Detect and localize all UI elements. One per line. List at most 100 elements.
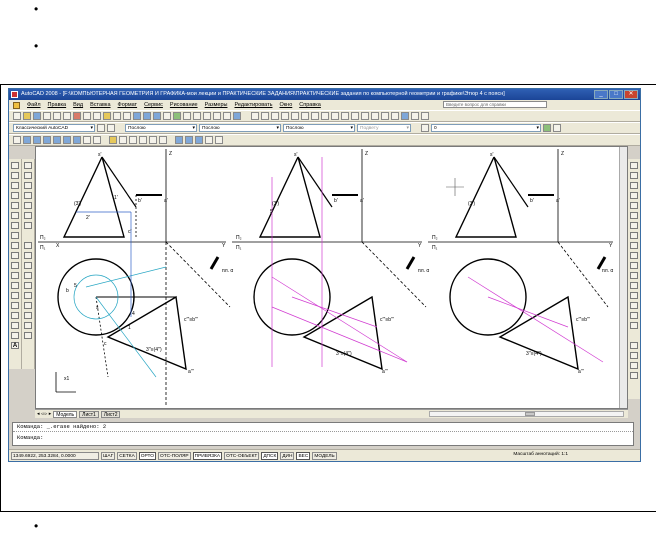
menu-modify[interactable]: Редактировать: [234, 102, 272, 108]
snap-insert-icon[interactable]: [24, 292, 32, 299]
preview-icon[interactable]: [53, 112, 61, 120]
walk-icon[interactable]: [421, 112, 429, 120]
menu-window[interactable]: Окно: [279, 102, 292, 108]
bring-front-icon[interactable]: [630, 352, 638, 359]
jogged-icon[interactable]: [301, 112, 309, 120]
ucs-icon[interactable]: [109, 136, 117, 144]
tolerance-icon[interactable]: [361, 112, 369, 120]
annotation-scale[interactable]: Масштаб аннотаций: 1:1: [513, 452, 568, 457]
tool-palettes-icon[interactable]: [193, 112, 201, 120]
move-icon[interactable]: [630, 212, 638, 219]
zoom-realtime-icon[interactable]: [143, 112, 151, 120]
arc-icon[interactable]: [11, 212, 19, 219]
zoom-previous-icon[interactable]: [163, 112, 171, 120]
polygon-icon[interactable]: [11, 192, 19, 199]
snap-quadrant-icon[interactable]: [24, 252, 32, 259]
extend-icon[interactable]: [630, 262, 638, 269]
linetype-select[interactable]: Послою: [199, 124, 281, 132]
line-icon[interactable]: [11, 162, 19, 169]
baseline-icon[interactable]: [341, 112, 349, 120]
point-icon[interactable]: [11, 292, 19, 299]
fillet-icon[interactable]: [630, 312, 638, 319]
draw-order-icon[interactable]: [630, 342, 638, 349]
array-icon[interactable]: [630, 202, 638, 209]
right-view-icon[interactable]: [53, 136, 61, 144]
circle-icon[interactable]: [11, 222, 19, 229]
calculator-icon[interactable]: [223, 112, 231, 120]
arc-length-icon[interactable]: [271, 112, 279, 120]
hidden-icon[interactable]: [185, 136, 193, 144]
help-search-input[interactable]: Введите вопрос для справки: [443, 101, 547, 108]
cut-icon[interactable]: [73, 112, 81, 120]
paste-icon[interactable]: [93, 112, 101, 120]
snap-from-icon[interactable]: [24, 172, 32, 179]
rectangle-icon[interactable]: [11, 202, 19, 209]
multiline-text-icon[interactable]: A: [11, 342, 19, 349]
make-current-icon[interactable]: [543, 124, 551, 132]
erase-icon[interactable]: [630, 162, 638, 169]
markup-icon[interactable]: [213, 112, 221, 120]
dimension-edit-icon[interactable]: [381, 112, 389, 120]
pan-icon[interactable]: [133, 112, 141, 120]
snap-settings-icon[interactable]: [205, 136, 213, 144]
plotstyle-select[interactable]: Подвету: [357, 124, 411, 132]
snap-nearest-icon[interactable]: [24, 312, 32, 319]
color-select[interactable]: Послою: [125, 124, 197, 132]
aligned-dimension-icon[interactable]: [261, 112, 269, 120]
menu-edit[interactable]: Правка: [48, 102, 67, 108]
center-mark-icon[interactable]: [371, 112, 379, 120]
scale-icon[interactable]: [630, 232, 638, 239]
menu-draw[interactable]: Рисование: [170, 102, 198, 108]
menu-view[interactable]: Вид: [73, 102, 83, 108]
ortho-toggle[interactable]: ОРТО: [138, 451, 156, 460]
save-icon[interactable]: [33, 112, 41, 120]
design-center-icon[interactable]: [183, 112, 191, 120]
snap-perpendicular-icon[interactable]: [24, 272, 32, 279]
undo-icon[interactable]: [113, 112, 121, 120]
rotate-icon[interactable]: [630, 222, 638, 229]
annotation-scale-value[interactable]: 1:1: [561, 452, 568, 457]
ucs-object-icon[interactable]: [149, 136, 157, 144]
stretch-icon[interactable]: [630, 242, 638, 249]
region-icon[interactable]: [11, 322, 19, 329]
left-view-icon[interactable]: [43, 136, 51, 144]
angular-icon[interactable]: [321, 112, 329, 120]
gradient-icon[interactable]: [11, 312, 19, 319]
sheet-set-icon[interactable]: [203, 112, 211, 120]
drawing-area[interactable]: s' Z П₂ П₁ X Y b' a' c' 1' 2' (3') пл. α…: [35, 146, 628, 409]
zoom-window-icon[interactable]: [153, 112, 161, 120]
publish-icon[interactable]: [63, 112, 71, 120]
minimize-button[interactable]: _: [594, 90, 608, 99]
print-icon[interactable]: [43, 112, 51, 120]
hatch-icon[interactable]: [11, 302, 19, 309]
layer-select[interactable]: 0: [431, 124, 541, 132]
dyn-toggle[interactable]: ДИН: [280, 451, 295, 460]
grid-settings-icon[interactable]: [215, 136, 223, 144]
snap-parallel-icon[interactable]: [24, 282, 32, 289]
join-icon[interactable]: [630, 292, 638, 299]
snap-tangent-icon[interactable]: [24, 262, 32, 269]
named-views-icon[interactable]: [13, 136, 21, 144]
chamfer-icon[interactable]: [630, 302, 638, 309]
command-window[interactable]: Команда: _.erase найдено: 2 Команда:: [12, 422, 634, 446]
layer-manager-icon[interactable]: [107, 124, 115, 132]
menu-file[interactable]: Файл: [27, 102, 41, 108]
close-button[interactable]: ✕: [624, 90, 638, 99]
maximize-button[interactable]: □: [609, 90, 623, 99]
send-back-icon[interactable]: [630, 362, 638, 369]
break-icon[interactable]: [630, 282, 638, 289]
match-properties-icon[interactable]: [103, 112, 111, 120]
ellipse-icon[interactable]: [11, 252, 19, 259]
menu-dimension[interactable]: Размеры: [205, 102, 228, 108]
trim-icon[interactable]: [630, 252, 638, 259]
layer-previous-icon[interactable]: [553, 124, 561, 132]
diameter-icon[interactable]: [311, 112, 319, 120]
workspace-select[interactable]: Классический AutoCAD: [13, 124, 95, 132]
camera-icon[interactable]: [411, 112, 419, 120]
snap-midpoint-icon[interactable]: [24, 192, 32, 199]
table-icon[interactable]: [11, 332, 19, 339]
snap-intersection-icon[interactable]: [24, 202, 32, 209]
snap-none-icon[interactable]: [24, 322, 32, 329]
offset-icon[interactable]: [630, 192, 638, 199]
front-view-icon[interactable]: [63, 136, 71, 144]
